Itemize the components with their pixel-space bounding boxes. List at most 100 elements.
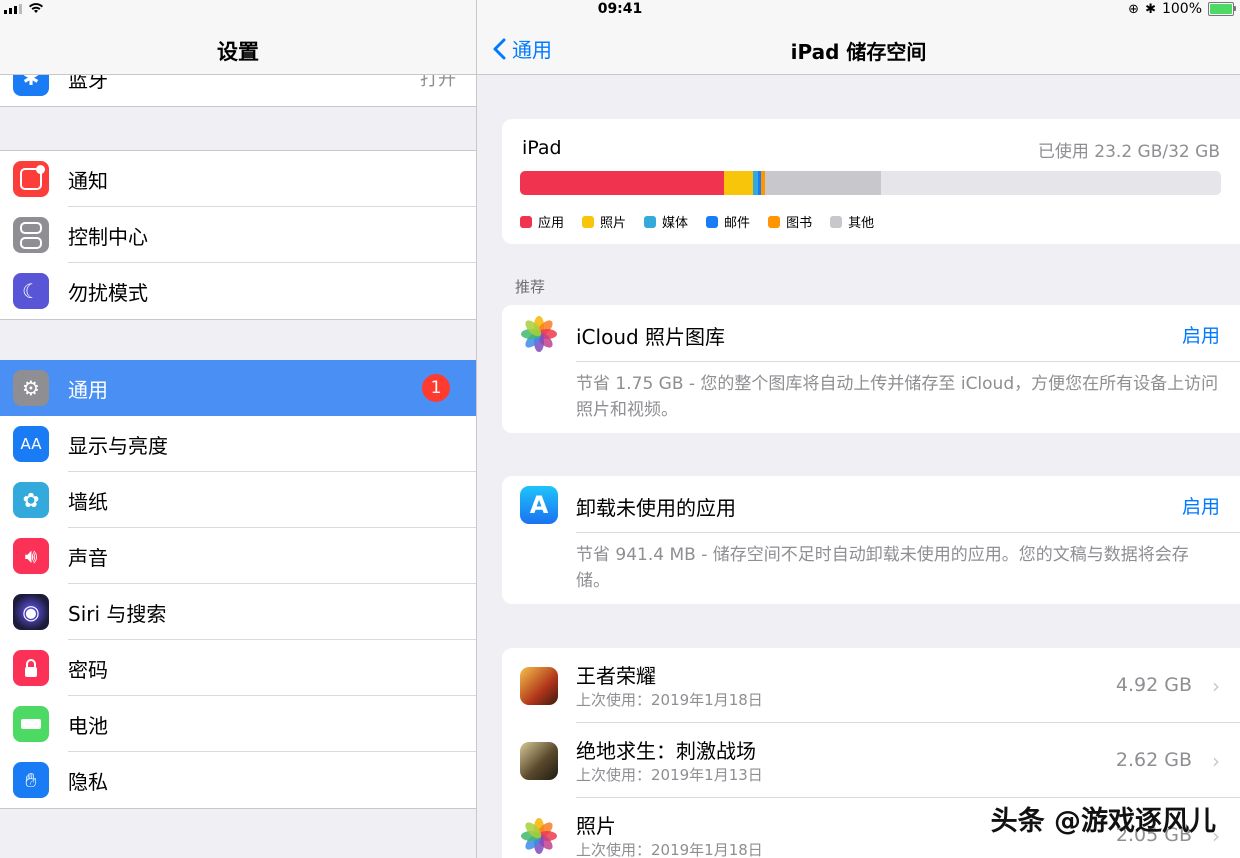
app-name: 王者荣耀	[576, 664, 656, 688]
storage-segment	[765, 171, 882, 195]
legend-swatch	[768, 215, 781, 228]
app-name: 绝地求生：刺激战场	[576, 739, 756, 763]
sidebar-item-label: 墙纸	[68, 489, 108, 514]
app-store-icon: A	[520, 486, 558, 524]
photos-icon	[520, 817, 558, 855]
sidebar-item-label: 隐私	[68, 769, 108, 794]
sidebar-item-label: 显示与亮度	[68, 433, 168, 458]
notification-badge: 1	[422, 374, 450, 402]
battery-percent: 100%	[1161, 1, 1202, 17]
legend-swatch	[582, 215, 595, 228]
enable-offload-button[interactable]: 启用	[1182, 492, 1220, 519]
sidebar-group-notifications: 通知 控制中心 ☾ 勿扰模式	[0, 150, 476, 320]
sidebar-item-battery[interactable]: 电池	[0, 696, 476, 752]
recommendation-title: iCloud 照片图库	[576, 325, 726, 349]
wallpaper-icon: ✿	[13, 482, 49, 518]
legend-item: 其他	[830, 212, 874, 231]
section-header-recommendations: 推荐	[515, 278, 546, 296]
siri-icon: ◉	[13, 594, 49, 630]
sidebar-item-control-center[interactable]: 控制中心	[0, 207, 476, 263]
notification-icon	[13, 161, 49, 197]
storage-segment	[723, 171, 754, 195]
legend-item: 媒体	[644, 212, 688, 231]
legend-label: 邮件	[724, 216, 751, 231]
legend-label: 其他	[848, 216, 875, 231]
sidebar-item-siri[interactable]: ◉ Siri 与搜索	[0, 584, 476, 640]
sidebar-item-notifications[interactable]: 通知	[0, 151, 476, 207]
recommendation-description: 节省 941.4 MB - 储存空间不足时自动卸载未使用的应用。您的文稿与数据将…	[576, 545, 1189, 591]
legend-swatch	[830, 215, 843, 228]
legend-item: 应用	[520, 212, 564, 231]
recommendation-title: 卸载未使用的应用	[576, 496, 736, 520]
app-last-used: 上次使用：2019年1月13日	[576, 766, 763, 784]
sidebar-item-label: 控制中心	[68, 224, 148, 249]
legend-label: 媒体	[662, 216, 689, 231]
app-size: 4.92 GB	[1115, 674, 1192, 696]
legend-item: 邮件	[706, 212, 750, 231]
battery-icon	[1208, 2, 1236, 16]
battery-icon	[13, 706, 49, 742]
legend-label: 照片	[600, 216, 627, 231]
moon-icon: ☾	[13, 273, 49, 309]
lock-icon	[13, 650, 49, 686]
speaker-icon: 🔊︎	[13, 538, 49, 574]
sidebar-title: 设置	[217, 40, 259, 64]
recommendation-card-offload: A 卸载未使用的应用 启用 节省 941.4 MB - 储存空间不足时自动卸载未…	[502, 476, 1240, 604]
watermark: 头条 @游戏逐风儿	[990, 806, 1216, 837]
sidebar-item-privacy[interactable]: ✋︎ 隐私	[0, 752, 476, 808]
app-last-used: 上次使用：2019年1月18日	[576, 841, 763, 858]
status-bar: 09:41 ⊕ ✱ 100%	[0, 0, 1240, 20]
sidebar-item-label: 勿扰模式	[68, 280, 148, 305]
app-last-used: 上次使用：2019年1月18日	[576, 691, 763, 709]
settings-sidebar: 设置 ✱ 蓝牙 打开 通知 控制中心 ☾ 勿扰模式 ⚙ 通用 1 AA 显示与亮…	[0, 0, 476, 858]
hand-icon: ✋︎	[13, 762, 49, 798]
storage-used: 已使用 23.2 GB/32 GB	[1037, 142, 1220, 162]
legend-swatch	[644, 215, 657, 228]
photos-icon	[520, 315, 558, 353]
device-name: iPad	[522, 137, 562, 159]
pane-divider	[476, 0, 477, 858]
status-time: 09:41	[597, 1, 643, 17]
sidebar-item-label: 电池	[68, 713, 108, 738]
sidebar-item-label: 声音	[68, 545, 108, 570]
legend-label: 图书	[786, 216, 813, 231]
sidebar-item-general[interactable]: ⚙ 通用 1	[0, 360, 476, 416]
honor-of-kings-icon	[520, 667, 558, 705]
sidebar-item-label: 通知	[68, 168, 108, 193]
bluetooth-icon: ✱	[1145, 1, 1156, 17]
sidebar-item-label: 密码	[68, 657, 108, 682]
app-name: 照片	[576, 814, 616, 838]
sidebar-group-general: ⚙ 通用 1 AA 显示与亮度 ✿ 墙纸 🔊︎ 声音 ◉ Siri 与搜索 密码…	[0, 360, 476, 809]
orientation-lock-icon: ⊕	[1128, 1, 1140, 17]
sidebar-item-wallpaper[interactable]: ✿ 墙纸	[0, 472, 476, 528]
app-row[interactable]: 绝地求生：刺激战场 上次使用：2019年1月13日 2.62 GB ›	[502, 723, 1240, 798]
display-icon: AA	[13, 426, 49, 462]
app-size: 2.62 GB	[1115, 749, 1192, 771]
sidebar-item-display[interactable]: AA 显示与亮度	[0, 416, 476, 472]
legend-label: 应用	[538, 216, 565, 231]
storage-legend: 应用 照片 媒体 邮件 图书 其他	[520, 212, 874, 231]
chevron-right-icon: ›	[1212, 749, 1220, 773]
legend-swatch	[706, 215, 719, 228]
legend-item: 图书	[768, 212, 812, 231]
sidebar-item-sounds[interactable]: 🔊︎ 声音	[0, 528, 476, 584]
sidebar-item-label: Siri 与搜索	[68, 601, 167, 626]
legend-item: 照片	[582, 212, 626, 231]
storage-summary-card: iPad 已使用 23.2 GB/32 GB 应用 照片 媒体 邮件 图书 其他	[502, 119, 1240, 244]
page-title: iPad 储存空间	[790, 40, 927, 64]
sidebar-item-passcode[interactable]: 密码	[0, 640, 476, 696]
enable-icloud-button[interactable]: 启用	[1182, 321, 1220, 348]
recommendation-card-icloud: iCloud 照片图库 启用 节省 1.75 GB - 您的整个图库将自动上传并…	[502, 305, 1240, 433]
storage-bar	[520, 171, 1221, 195]
gear-icon: ⚙	[13, 370, 49, 406]
storage-segment	[520, 171, 724, 195]
status-right: ⊕ ✱ 100%	[1128, 1, 1236, 17]
chevron-right-icon: ›	[1212, 674, 1220, 698]
legend-swatch	[520, 215, 532, 228]
sidebar-item-label: 通用	[68, 377, 108, 402]
control-center-icon	[13, 217, 49, 253]
pubg-mobile-icon	[520, 742, 558, 780]
recommendation-description: 节省 1.75 GB - 您的整个图库将自动上传并储存至 iCloud，方便您在…	[576, 374, 1219, 420]
app-row[interactable]: 王者荣耀 上次使用：2019年1月18日 4.92 GB ›	[502, 648, 1240, 723]
sidebar-item-do-not-disturb[interactable]: ☾ 勿扰模式	[0, 263, 476, 319]
